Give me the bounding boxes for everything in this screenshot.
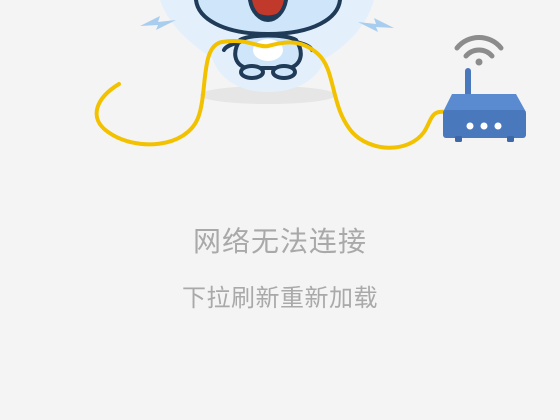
network-error-screen: 网络无法连接 下拉刷新重新加载 [0,0,560,420]
wifi-router-icon [443,35,526,142]
network-error-title: 网络无法连接 [192,225,367,258]
disconnected-illustration [94,0,526,150]
pull-to-refresh-hint[interactable]: 下拉刷新重新加载 [0,281,560,315]
wifi-signal-icon [454,35,504,59]
